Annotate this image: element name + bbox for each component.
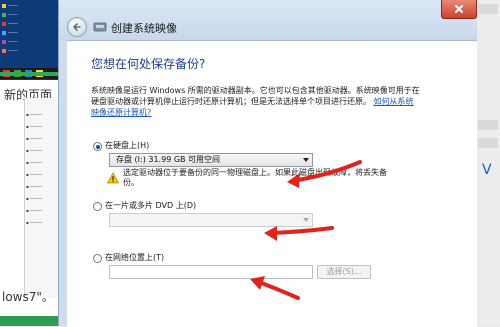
background-explorer-row: ▪ ───── <box>26 136 43 141</box>
back-button[interactable] <box>67 17 87 37</box>
system-image-icon <box>93 22 107 32</box>
hard-disk-dropdown[interactable]: 存盘 (I:) 31.99 GB 可用空间 <box>109 153 313 167</box>
background-explorer-row: ▪ ───── <box>26 124 43 129</box>
background-right-tab <box>478 120 498 130</box>
radio-dvd[interactable] <box>93 202 102 211</box>
dropdown-arrow-icon <box>303 218 309 222</box>
background-explorer-row: ▪ ───── <box>26 220 43 225</box>
back-arrow-icon <box>73 23 81 31</box>
same-disk-warning: 选定驱动器位于要备份的同一物理磁盘上。如果此磁盘出现故障，将丢失备份。 <box>123 168 387 187</box>
background-menu-item: ──── <box>2 3 50 10</box>
background-explorer-row: ▪ ───── <box>26 112 43 117</box>
browse-button[interactable]: 选择(S)... <box>317 265 371 279</box>
network-location-input[interactable] <box>109 265 313 279</box>
dialog-titlebar: 创建系统映像 <box>59 0 477 40</box>
radio-hard-disk[interactable] <box>93 142 102 151</box>
background-explorer-row: ▪ ───── <box>26 208 43 213</box>
option-dvd-label[interactable]: 在一片或多片 DVD 上(D) <box>105 200 196 211</box>
background-green-strip <box>0 316 58 326</box>
radio-network[interactable] <box>93 254 102 263</box>
background-menu-item: ──── <box>2 30 50 37</box>
background-right-tab <box>478 138 498 148</box>
warning-icon <box>107 172 119 184</box>
dialog-content: 您想在何处保存备份? 系统映像是运行 Windows 所需的驱动器副本。它也可以… <box>67 40 477 327</box>
background-menu-item: ──── <box>2 39 50 46</box>
background-right-glyph: V <box>482 162 492 178</box>
background-document-text: lows7"。 <box>2 290 54 304</box>
background-menu-item: ──── <box>2 12 50 19</box>
option-hard-disk-label[interactable]: 在硬盘上(H) <box>105 140 149 151</box>
background-explorer-row: ▪ ───── <box>26 196 43 201</box>
hard-disk-dropdown-value: 存盘 (I:) 31.99 GB 可用空间 <box>116 155 221 164</box>
background-menu-item: ──── <box>2 48 50 55</box>
close-button[interactable] <box>441 0 477 19</box>
close-icon <box>455 5 463 13</box>
page-description: 系统映像是运行 Windows 所需的驱动器副本。它也可以包含其他驱动器。系统映… <box>91 85 421 118</box>
dropdown-arrow-icon <box>303 158 309 162</box>
dialog-title: 创建系统映像 <box>111 22 177 35</box>
background-explorer-row: ▪ ───── <box>26 160 43 165</box>
background-menu-item: ──── <box>2 21 50 28</box>
option-network-label[interactable]: 在网络位置上(T) <box>105 252 164 263</box>
description-text: 系统映像是运行 Windows 所需的驱动器副本。它也可以包含其他驱动器。系统映… <box>91 86 420 106</box>
dvd-dropdown[interactable] <box>109 213 313 227</box>
background-explorer-row: ▪ ───── <box>26 172 43 177</box>
page-heading: 您想在何处保存备份? <box>91 57 206 71</box>
background-right-tab <box>478 4 498 14</box>
background-explorer-row: ▪ ───── <box>26 184 43 189</box>
background-progress-strip <box>0 72 58 76</box>
create-system-image-dialog: 创建系统映像 您想在何处保存备份? 系统映像是运行 Windows 所需的驱动器… <box>58 0 477 327</box>
background-explorer-row: ▪ ───── <box>26 148 43 153</box>
